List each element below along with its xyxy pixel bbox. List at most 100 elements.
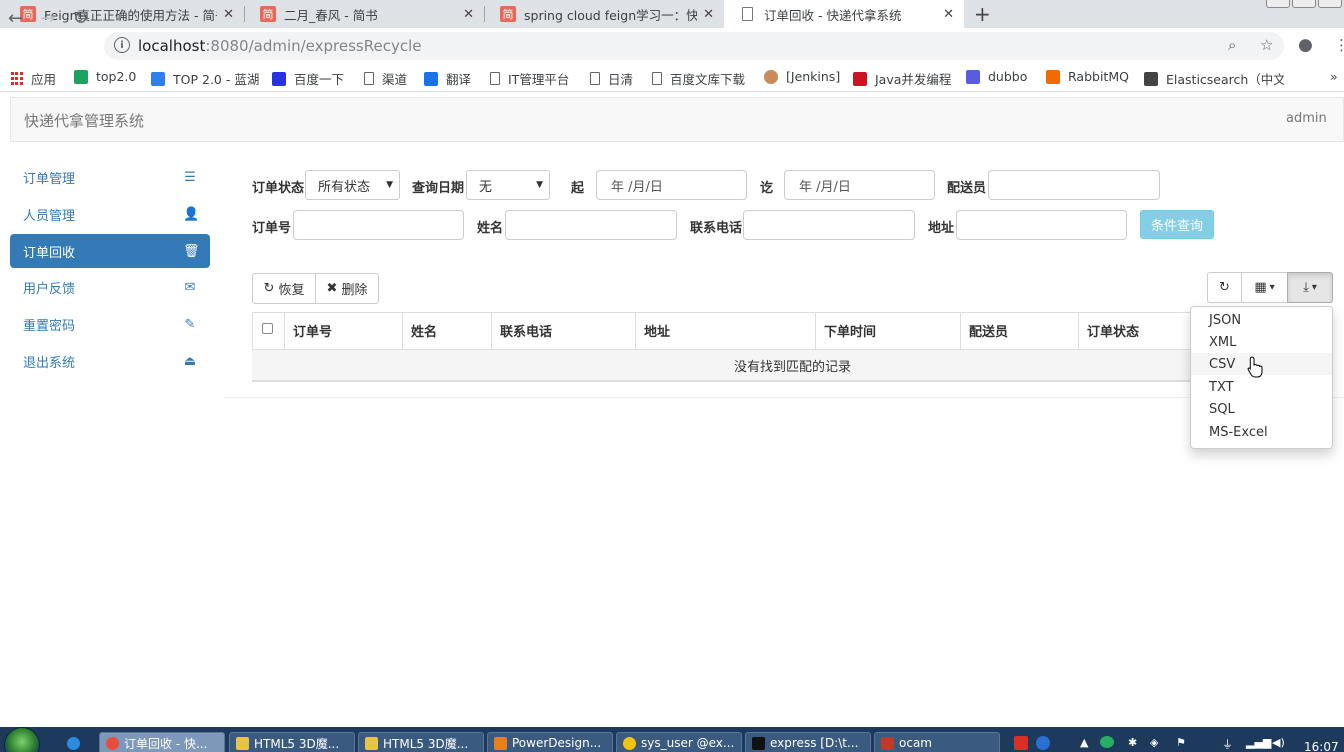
site-info-icon[interactable]: i: [114, 37, 130, 53]
shield-icon[interactable]: ◈: [1150, 736, 1158, 749]
zoom-search-icon[interactable]: ⌕: [1228, 36, 1236, 54]
restore-button[interactable]: ↻ 恢复: [252, 273, 316, 304]
sidebar-item-recycle[interactable]: 订单回收 🗑: [10, 234, 210, 268]
sidebar-item-reset-password[interactable]: 重置密码 ✎: [10, 307, 210, 341]
sidebar-item-feedback[interactable]: 用户反馈 ✉: [10, 270, 210, 304]
browser-tab-3[interactable]: 简 spring cloud feign学习一：快速 ✕: [484, 0, 724, 28]
sidebar-item-staff[interactable]: 人员管理 👤: [10, 197, 210, 231]
tab-close-icon[interactable]: ✕: [703, 7, 714, 22]
trash-icon: 🗑: [183, 243, 200, 259]
name-input[interactable]: [505, 210, 677, 240]
folder-icon: [365, 736, 378, 750]
bookmark-apps[interactable]: 应用: [10, 69, 56, 88]
bluetooth-icon[interactable]: ✱: [1128, 736, 1137, 749]
taskbar-database[interactable]: sys_user @ex...: [616, 732, 742, 752]
intellij-icon: [752, 736, 765, 750]
url-text[interactable]: localhost:8080/admin/expressRecycle: [138, 37, 421, 55]
column-header-address[interactable]: 地址: [635, 312, 815, 349]
browser-menu-icon[interactable]: ⋮: [1334, 36, 1344, 54]
export-option-xml[interactable]: XML: [1191, 331, 1332, 353]
export-option-txt[interactable]: TXT: [1191, 376, 1332, 398]
bookmark-dubbo[interactable]: dubbo: [966, 69, 1027, 84]
sidebar-item-logout[interactable]: 退出系统 ⏏: [10, 344, 210, 378]
current-user[interactable]: admin: [1286, 111, 1327, 126]
start-date-placeholder: 年 /月/日: [611, 179, 663, 195]
profile-avatar-icon[interactable]: ●: [1298, 35, 1313, 55]
minimize-window-button[interactable]: [1266, 0, 1290, 8]
export-option-json[interactable]: JSON: [1191, 309, 1332, 331]
back-arrow-icon[interactable]: ←: [8, 8, 23, 29]
search-button[interactable]: 条件查询: [1140, 210, 1214, 239]
phone-input[interactable]: [743, 210, 915, 240]
courier-input[interactable]: [988, 170, 1160, 200]
columns-toggle-button[interactable]: ▦ ▾: [1241, 272, 1288, 303]
column-header-name[interactable]: 姓名: [402, 312, 491, 349]
tray-expand-icon[interactable]: ▲: [1080, 736, 1088, 749]
bookmark-qudao[interactable]: 渠道: [364, 69, 407, 88]
bookmark-elasticsearch[interactable]: Elasticsearch（中文: [1144, 69, 1284, 88]
export-button[interactable]: ⤓ ▾: [1287, 272, 1333, 303]
delete-button[interactable]: ✖ 删除: [315, 273, 379, 304]
courier-label: 配送员: [947, 181, 987, 196]
column-header-status[interactable]: 订单状态: [1078, 312, 1190, 349]
order-status-select[interactable]: 所有状态 ▼: [305, 170, 400, 200]
bookmark-rabbitmq[interactable]: RabbitMQ: [1046, 69, 1129, 84]
taskbar-ocam[interactable]: ocam: [874, 732, 1000, 752]
end-date-input[interactable]: 年 /月/日: [784, 170, 935, 200]
jenkins-icon: [764, 69, 778, 84]
forward-arrow-icon[interactable]: →: [40, 8, 55, 29]
taskbar-chrome[interactable]: 订单回收 - 快...: [99, 732, 225, 752]
maximize-window-button[interactable]: [1292, 0, 1316, 8]
column-header-order-number[interactable]: 订单号: [284, 312, 402, 349]
column-header-phone[interactable]: 联系电话: [491, 312, 635, 349]
sidebar-item-orders[interactable]: 订单管理 ☰: [10, 160, 210, 194]
bookmark-java[interactable]: Java并发编程: [853, 69, 951, 88]
order-number-input[interactable]: [293, 210, 464, 240]
start-date-input[interactable]: 年 /月/日: [596, 170, 747, 200]
taskbar-folder-2[interactable]: HTML5 3D魔...: [358, 732, 484, 752]
usb-icon[interactable]: ⏚: [1222, 736, 1233, 752]
tab-close-icon[interactable]: ✕: [463, 7, 474, 22]
export-option-sql[interactable]: SQL: [1191, 398, 1332, 420]
address-input[interactable]: [956, 210, 1127, 240]
taskbar-clock[interactable]: 16:07: [1304, 740, 1339, 752]
bookmark-top2[interactable]: top2.0: [74, 69, 136, 84]
bookmark-it-platform[interactable]: IT管理平台: [490, 69, 569, 88]
new-tab-button[interactable]: +: [974, 2, 991, 26]
browser-tab-active[interactable]: 订单回收 - 快递代拿系统 ✕: [724, 0, 964, 28]
table-refresh-button[interactable]: ↻: [1207, 272, 1242, 303]
sidebar-item-label: 订单管理: [23, 171, 76, 187]
bookmark-wenku[interactable]: 百度文库下载: [652, 69, 745, 88]
bookmark-riqing[interactable]: 日清: [590, 69, 633, 88]
tab-close-icon[interactable]: ✕: [943, 7, 954, 22]
export-option-ms-excel[interactable]: MS-Excel: [1191, 421, 1332, 443]
browser-tab-2[interactable]: 简 二月_春风 - 简书 ✕: [244, 0, 484, 28]
query-date-select[interactable]: 无 ▼: [466, 170, 550, 200]
select-all-checkbox[interactable]: [262, 323, 273, 334]
reload-icon[interactable]: ↻: [73, 8, 88, 29]
app-brand[interactable]: 快递代拿管理系统: [24, 110, 144, 131]
column-header-order-time[interactable]: 下单时间: [815, 312, 960, 349]
sogou-ime-icon[interactable]: [1014, 736, 1028, 750]
bookmark-star-icon[interactable]: ☆: [1260, 36, 1273, 54]
wechat-icon[interactable]: [1100, 736, 1114, 748]
taskbar-intellij[interactable]: express [D:\t...: [745, 732, 871, 752]
bookmark-baidu[interactable]: 百度一下: [272, 69, 344, 88]
content-divider: [224, 397, 1344, 398]
column-header-courier[interactable]: 配送员: [960, 312, 1078, 349]
ie-pinned-icon[interactable]: [60, 732, 94, 752]
bookmark-jenkins[interactable]: [Jenkins]: [764, 69, 840, 84]
bookmark-translate[interactable]: 翻译: [424, 69, 471, 88]
tab-close-icon[interactable]: ✕: [223, 7, 234, 22]
bookmarks-overflow-icon[interactable]: »: [1330, 69, 1338, 84]
bookmark-lanhu[interactable]: TOP 2.0 - 蓝湖: [151, 69, 259, 88]
bookmark-label: Java并发编程: [875, 72, 952, 87]
taskbar-folder-1[interactable]: HTML5 3D魔...: [229, 732, 355, 752]
help-icon[interactable]: [1036, 736, 1050, 750]
network-signal-icon[interactable]: ▂▄▆: [1246, 736, 1271, 749]
tab-title: 订单回收 - 快递代拿系统: [764, 7, 902, 23]
volume-icon[interactable]: ◀): [1272, 736, 1285, 749]
close-window-button[interactable]: [1318, 0, 1342, 8]
taskbar-powerdesigner[interactable]: PowerDesign...: [487, 732, 613, 752]
flag-icon[interactable]: ⚑: [1176, 736, 1186, 749]
